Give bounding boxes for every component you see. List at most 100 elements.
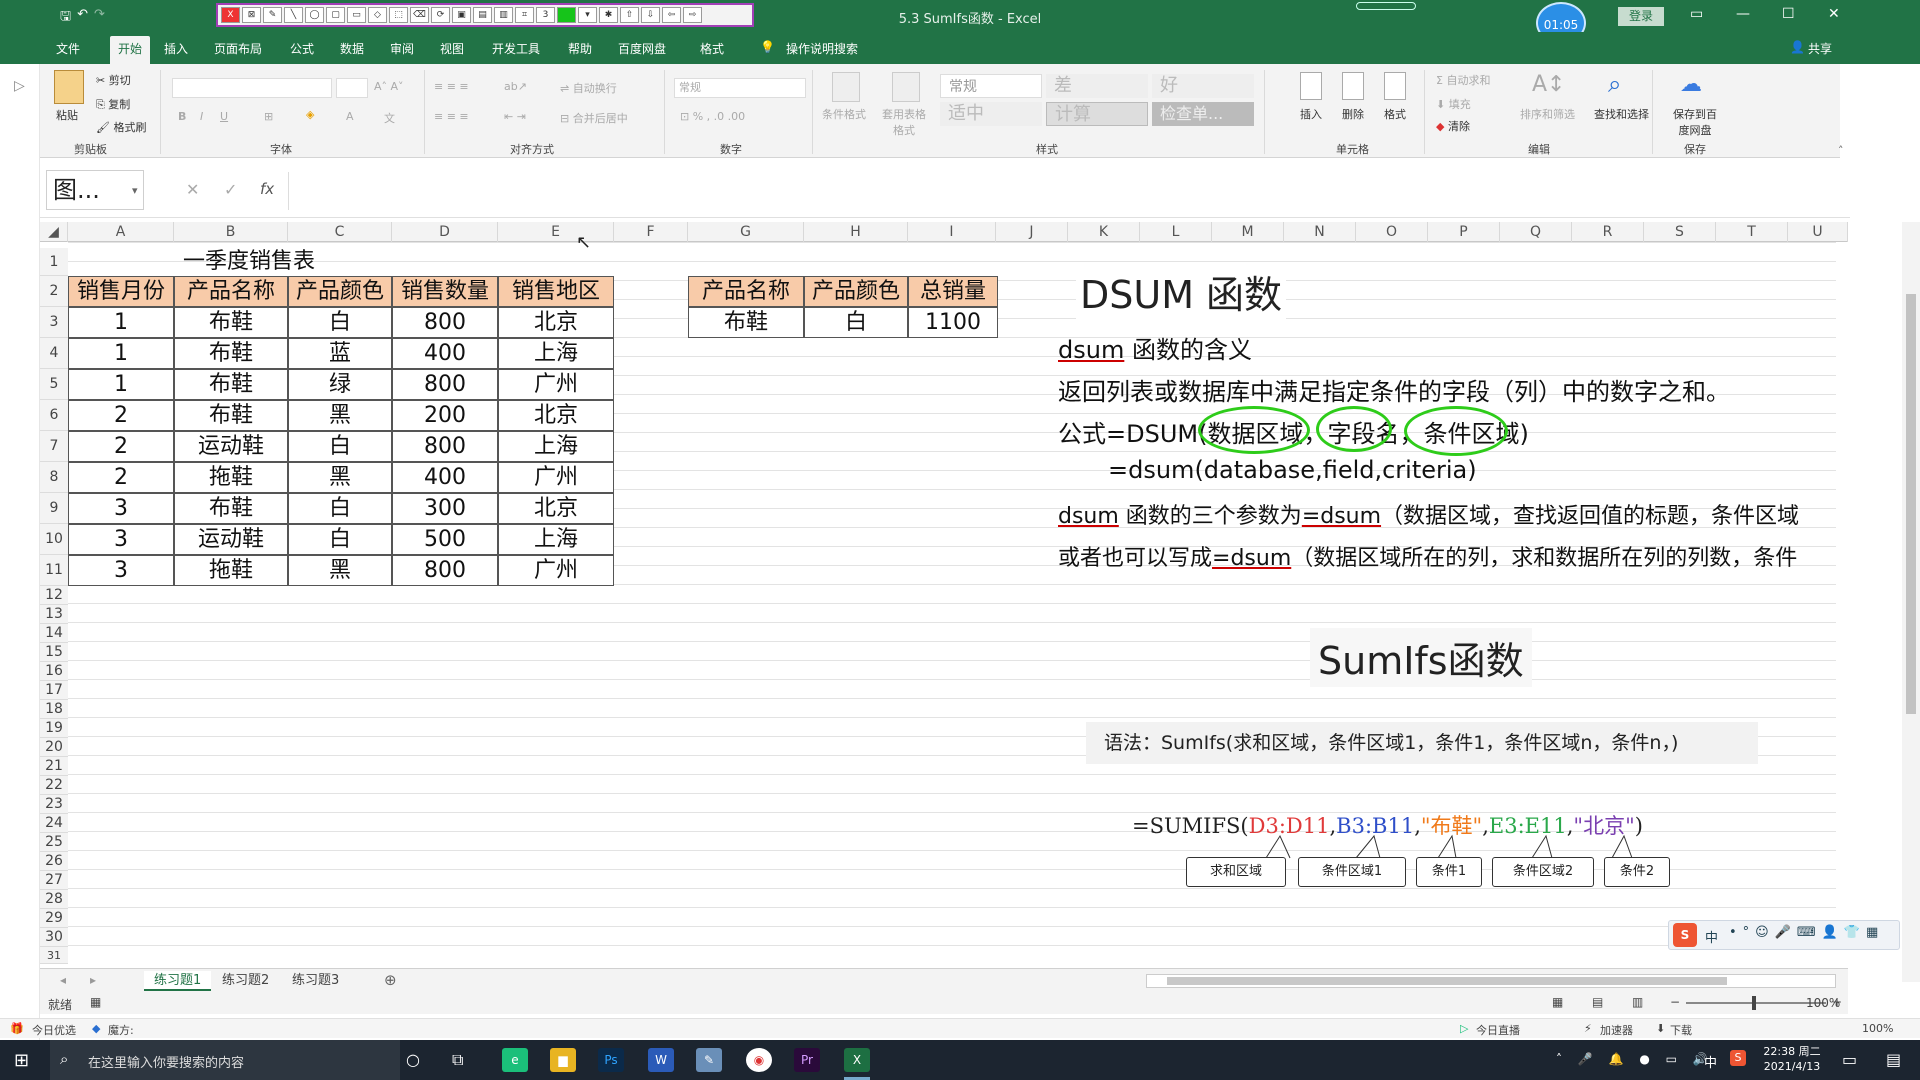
frame-icon[interactable]: ▣ [452, 7, 471, 23]
browser-app-icon[interactable]: e [502, 1048, 528, 1072]
zoom-out-icon[interactable]: − [1670, 995, 1680, 1009]
table-cell[interactable]: 上海 [498, 431, 614, 462]
row-header[interactable]: 14 [40, 624, 68, 643]
row-header[interactable]: 26 [40, 852, 68, 871]
table-cell[interactable]: 拖鞋 [174, 555, 288, 586]
excel-taskbar-icon[interactable]: X [844, 1048, 870, 1072]
task-view-icon[interactable]: ⧉ [452, 1050, 463, 1070]
status-accelerator[interactable]: 加速器 [1600, 1022, 1633, 1038]
dsum-description[interactable]: 返回列表或数据库中满足指定条件的字段（列）中的数字之和。 [1058, 372, 1730, 407]
next-sheet-icon[interactable]: ▸ [90, 973, 96, 987]
column-header[interactable]: B [174, 222, 288, 242]
tab-formulas[interactable]: 公式 [290, 40, 314, 57]
row-header[interactable]: 30 [40, 928, 68, 947]
style-check[interactable]: 检查单... [1152, 102, 1254, 126]
row-header[interactable]: 8 [40, 462, 68, 493]
scroll-thumb[interactable] [1906, 294, 1916, 714]
delete-cells-icon[interactable] [1342, 72, 1364, 100]
arrow-up-icon[interactable]: ⇧ [620, 7, 639, 23]
redo-icon[interactable]: ↷ [94, 7, 105, 25]
page-layout-icon[interactable]: ▤ [1592, 995, 1603, 1009]
criteria-header-cell[interactable]: 总销量 [908, 276, 998, 307]
minimize-icon[interactable]: — [1736, 6, 1750, 22]
border-icon[interactable]: ⊞ [264, 110, 273, 123]
tab-review[interactable]: 审阅 [390, 40, 414, 57]
table-cell[interactable]: 布鞋 [174, 493, 288, 524]
row-header[interactable]: 24 [40, 814, 68, 833]
style-good[interactable]: 好 [1152, 74, 1254, 98]
zoom-level[interactable]: 100% [1806, 996, 1840, 1010]
sheet-tab[interactable]: 练习题3 [282, 971, 349, 991]
table-cell[interactable]: 3 [68, 524, 174, 555]
expand-icon[interactable]: ▷ [14, 78, 25, 94]
line-icon[interactable]: ╲ [284, 7, 303, 23]
conditional-format-button[interactable]: 条件格式 [822, 106, 866, 122]
table-cell[interactable]: 2 [68, 400, 174, 431]
clock-time[interactable]: 22:38 周二 [1760, 1043, 1824, 1059]
table-cell[interactable]: 300 [392, 493, 498, 524]
cortana-icon[interactable]: ○ [406, 1050, 420, 1069]
formula-input[interactable] [288, 172, 1836, 210]
dsum-params-line[interactable]: dsum 函数的三个参数为=dsum（数据区域，查找返回值的标题，条件区域 [1058, 498, 1836, 530]
status-magic-cube[interactable]: 魔方: [108, 1022, 134, 1038]
sheet-tab[interactable]: 练习题2 [212, 971, 279, 991]
eraser-icon[interactable]: ⌫ [410, 7, 429, 23]
percent-icon[interactable]: ⊡ % , .0 .00 [680, 110, 745, 123]
dsum-title[interactable]: DSUM 函数 [1076, 262, 1287, 321]
font-family-select[interactable] [172, 78, 332, 98]
table-cell[interactable]: 广州 [498, 462, 614, 493]
browser-zoom[interactable]: 100% [1862, 1022, 1893, 1035]
tab-page-layout[interactable]: 页面布局 [214, 40, 262, 57]
undo-icon[interactable]: ↶ [77, 7, 88, 25]
table-cell[interactable]: 白 [288, 493, 392, 524]
row-header[interactable]: 6 [40, 400, 68, 431]
sort-filter-button[interactable]: 排序和筛选 [1520, 106, 1575, 122]
column-header[interactable]: G [688, 222, 804, 242]
macro-icon[interactable]: ▦ [90, 995, 101, 1009]
share-button[interactable]: 共享 [1808, 40, 1832, 57]
table-cell[interactable]: 广州 [498, 369, 614, 400]
table-header-cell[interactable]: 销售月份 [68, 276, 174, 307]
row-header[interactable]: 4 [40, 338, 68, 369]
style-neutral[interactable]: 适中 [940, 102, 1042, 126]
table-cell[interactable]: 上海 [498, 338, 614, 369]
tab-developer[interactable]: 开发工具 [492, 40, 540, 57]
format-cells-icon[interactable] [1384, 72, 1406, 100]
prev-sheet-icon[interactable]: ◂ [60, 973, 66, 987]
row-header[interactable]: 12 [40, 586, 68, 605]
table-cell[interactable]: 200 [392, 400, 498, 431]
format-cells-button[interactable]: 格式 [1384, 106, 1406, 122]
table-cell[interactable]: 黑 [288, 400, 392, 431]
underline-icon[interactable]: U [220, 110, 228, 123]
name-box-dropdown-icon[interactable]: ▾ [132, 184, 138, 197]
taskbar-search-box[interactable]: ⌕ 在这里输入你要搜索的内容 [50, 1040, 400, 1080]
dropdown-icon[interactable]: ▾ [578, 7, 597, 23]
open-icon[interactable]: ▥ [494, 7, 513, 23]
row-header[interactable]: 2 [40, 276, 68, 307]
row-header[interactable]: 13 [40, 605, 68, 624]
table-cell[interactable]: 黑 [288, 555, 392, 586]
close-icon[interactable]: ✕ [1828, 6, 1840, 22]
find-select-button[interactable]: 查找和选择 [1594, 106, 1649, 122]
page-break-icon[interactable]: ▥ [1632, 995, 1643, 1009]
row-header[interactable]: 17 [40, 681, 68, 700]
table-cell[interactable]: 运动鞋 [174, 524, 288, 555]
italic-icon[interactable]: I [200, 110, 203, 123]
conditional-format-icon[interactable] [832, 72, 860, 102]
criteria-cell[interactable]: 布鞋 [688, 307, 804, 338]
status-today-pick[interactable]: 今日优选 [32, 1022, 76, 1038]
tab-help[interactable]: 帮助 [568, 40, 592, 57]
arrow-down-icon[interactable]: ⇩ [641, 7, 660, 23]
table-cell[interactable]: 黑 [288, 462, 392, 493]
crop-icon[interactable]: ⌗ [515, 7, 534, 23]
file-explorer-icon[interactable]: ▆ [550, 1048, 576, 1072]
search-icon[interactable]: ⌕ [1608, 70, 1621, 98]
table-cell[interactable]: 绿 [288, 369, 392, 400]
row-header[interactable]: 19 [40, 719, 68, 738]
zoom-slider-thumb[interactable] [1752, 996, 1756, 1010]
row-header[interactable]: 22 [40, 776, 68, 795]
row-header[interactable]: 11 [40, 555, 68, 586]
enter-icon[interactable]: ✓ [224, 180, 237, 199]
table-cell[interactable]: 布鞋 [174, 307, 288, 338]
sumifs-syntax[interactable]: 语法：SumIfs(求和区域，条件区域1，条件1，条件区域n，条件n，) [1086, 722, 1758, 764]
